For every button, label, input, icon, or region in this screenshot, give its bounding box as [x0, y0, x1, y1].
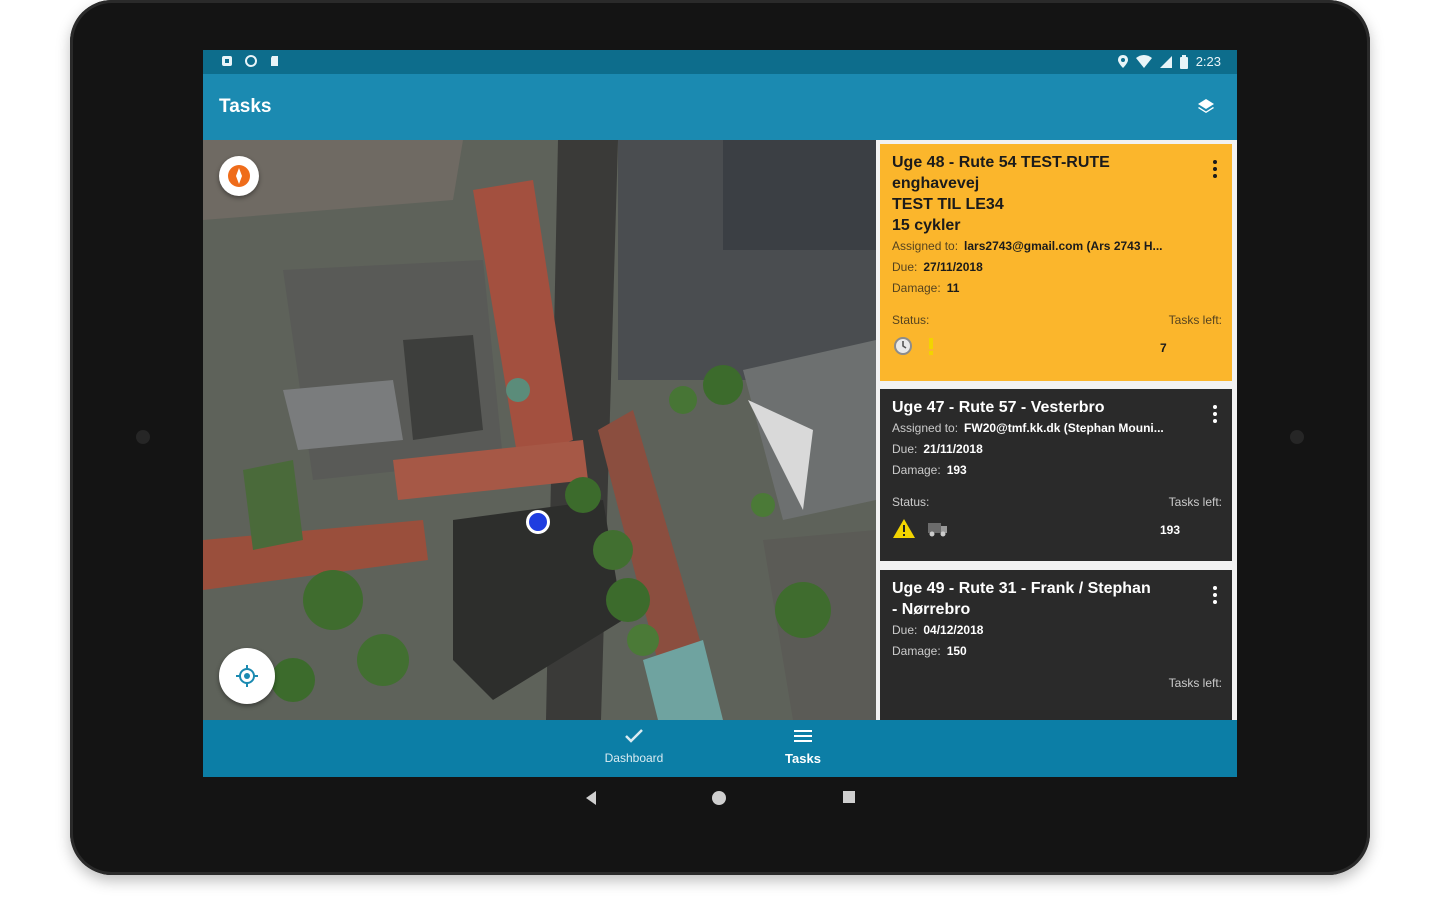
task-due: Due: 04/12/2018 — [892, 623, 984, 637]
task-card[interactable]: Uge 49 - Rute 31 - Frank / Stephan - Nør… — [880, 570, 1232, 720]
nav-dashboard[interactable]: Dashboard — [589, 728, 679, 765]
task-status-row: Status: Tasks left: 193 — [892, 495, 1222, 551]
status-time: 2:23 — [1195, 54, 1221, 69]
home-icon[interactable] — [711, 790, 727, 806]
my-location-icon — [236, 665, 258, 687]
back-icon[interactable] — [584, 790, 598, 806]
satellite-map[interactable] — [203, 140, 876, 720]
system-navigation-bar — [570, 790, 870, 814]
status-bar: 2:23 — [203, 50, 1237, 74]
nav-dashboard-label: Dashboard — [604, 751, 664, 765]
task-assigned: Assigned to: FW20@tmf.kk.dk (Stephan Moun… — [892, 421, 1164, 435]
tasks-left-count: 193 — [1160, 523, 1181, 537]
location-icon — [1117, 55, 1128, 68]
bottom-navigation: Dashboard Tasks — [203, 720, 1237, 777]
task-due: Due: 21/11/2018 — [892, 442, 983, 456]
task-card[interactable]: Uge 47 - Rute 57 - Vesterbro Assigned to… — [880, 389, 1232, 561]
overflow-menu-icon[interactable] — [1212, 586, 1218, 606]
task-damage: Damage: 150 — [892, 644, 967, 658]
locate-me-button[interactable] — [219, 648, 275, 704]
user-location-marker — [526, 510, 550, 534]
nav-tasks[interactable]: Tasks — [758, 728, 848, 766]
tasks-left-label: Tasks left: — [1168, 313, 1222, 327]
clock-icon — [894, 337, 912, 355]
status-label: Status: — [892, 495, 930, 509]
task-damage: Damage: 11 — [892, 281, 960, 295]
task-due: Due: 27/11/2018 — [892, 260, 983, 274]
device-screen: 2:23 Tasks Uge 48 - Rute 54 TEST-RUTE en… — [203, 50, 1237, 777]
signal-icon — [1159, 55, 1172, 68]
tasks-left-label: Tasks left: — [1168, 676, 1222, 690]
task-card[interactable]: Uge 48 - Rute 54 TEST-RUTE enghavevej TE… — [880, 144, 1232, 381]
layers-icon[interactable] — [1195, 96, 1217, 118]
warning-icon — [893, 519, 915, 538]
task-damage: Damage: 193 — [892, 463, 967, 477]
warning-icon — [929, 338, 933, 355]
status-label: Status: — [892, 313, 930, 327]
tasks-left-count: 7 — [1160, 341, 1167, 355]
notification-icon — [222, 56, 232, 66]
task-status-row: Tasks left: — [892, 676, 1222, 720]
task-status-row: Status: Tasks left: 7 — [892, 313, 1222, 369]
truck-icon — [928, 523, 947, 537]
task-title: Uge 47 - Rute 57 - Vesterbro — [892, 399, 1105, 416]
page-title: Tasks — [219, 96, 272, 117]
task-title: Uge 48 - Rute 54 TEST-RUTE enghavevej TE… — [892, 154, 1110, 234]
front-sensor — [136, 430, 150, 444]
recents-icon[interactable] — [842, 790, 856, 804]
sync-icon — [245, 55, 257, 67]
compass-icon — [228, 165, 250, 187]
checkmark-icon — [625, 729, 643, 743]
task-list: Uge 48 - Rute 54 TEST-RUTE enghavevej TE… — [876, 140, 1237, 720]
overflow-menu-icon[interactable] — [1212, 160, 1218, 180]
tasks-left-label: Tasks left: — [1168, 495, 1222, 509]
wifi-icon — [1135, 55, 1152, 68]
list-icon — [794, 730, 812, 742]
overflow-menu-icon[interactable] — [1212, 405, 1218, 425]
app-bar: Tasks — [203, 74, 1237, 140]
nav-tasks-label: Tasks — [785, 751, 821, 766]
front-sensor — [1290, 430, 1304, 444]
task-title: Uge 49 - Rute 31 - Frank / Stephan - Nør… — [892, 580, 1151, 618]
compass-button[interactable] — [219, 156, 259, 196]
task-assigned: Assigned to: lars2743@gmail.com (Ars 2743… — [892, 239, 1163, 253]
battery-icon — [1179, 54, 1188, 69]
sd-card-icon — [271, 56, 278, 66]
map-imagery — [203, 140, 876, 720]
